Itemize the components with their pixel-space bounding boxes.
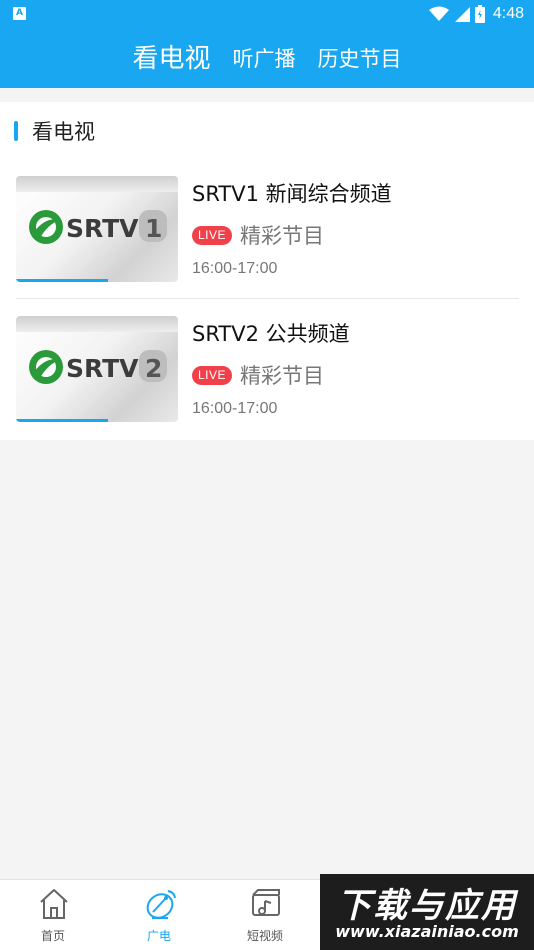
satellite-dish-icon [146, 890, 176, 919]
list-divider [16, 298, 519, 299]
program-time: 16:00-17:00 [192, 260, 278, 277]
thumbnail-top-strip [16, 176, 178, 192]
channel-thumbnail: SRTV 2 [16, 316, 178, 422]
section-accent-bar [14, 121, 18, 141]
srtv-logo-icon: SRTV 1 [29, 210, 167, 244]
nav-item-short-video[interactable]: 短视频 [212, 880, 318, 950]
watermark: 下载与应用 www.xiazainiao.com [320, 874, 534, 950]
channel-item-srtv1[interactable]: SRTV 1 SRTV1 新闻综合频道 LIVE 精彩节目 16:00-17:0… [16, 176, 519, 282]
nav-label: 短视频 [246, 929, 283, 943]
status-time: 4:48 [492, 5, 524, 22]
channel-title: SRTV1 新闻综合频道 [192, 182, 392, 206]
nav-label: 广电 [146, 929, 171, 943]
thumbnail-progress-bar [16, 419, 108, 422]
section-header: 看电视 [14, 116, 95, 146]
live-row: LIVE 精彩节目 [192, 360, 324, 390]
thumbnail-top-strip [16, 316, 178, 332]
tab-listen-radio[interactable]: 听广播 [233, 40, 296, 78]
thumbnail-channel-text: SRTV [66, 354, 139, 383]
program-name: 精彩节目 [240, 364, 325, 388]
nav-item-home[interactable]: 首页 [0, 880, 106, 950]
tab-history-programs[interactable]: 历史节目 [318, 40, 402, 78]
watermark-url: www.xiazainiao.com [335, 922, 519, 941]
wifi-icon [428, 6, 449, 21]
live-badge: LIVE [192, 365, 233, 385]
channel-title: SRTV2 公共频道 [192, 322, 350, 346]
thumbnail-progress-bar [16, 279, 108, 282]
live-badge: LIVE [192, 225, 233, 245]
watermark-title: 下载与应用 [337, 886, 517, 926]
program-name: 精彩节目 [240, 224, 325, 248]
nav-label: 首页 [40, 929, 65, 943]
srtv-logo-icon: SRTV 2 [29, 350, 167, 384]
channel-thumbnail: SRTV 1 [16, 176, 178, 282]
thumbnail-channel-number: 1 [145, 214, 162, 243]
home-icon [40, 889, 68, 919]
program-time: 16:00-17:00 [192, 400, 278, 417]
status-bar: A 4:48 [0, 0, 534, 28]
channel-list-card: 看电视 SRTV 1 SRTV1 新闻综合频道 LIVE 精彩节目 16:00-… [0, 102, 534, 440]
app-header: A 4:48 看电视 听广播 历史节目 [0, 0, 534, 88]
battery-icon [474, 5, 485, 23]
top-tabs: 看电视 听广播 历史节目 [0, 40, 534, 78]
thumbnail-channel-text: SRTV [66, 214, 139, 243]
tab-watch-tv[interactable]: 看电视 [132, 40, 210, 78]
live-row: LIVE 精彩节目 [192, 220, 324, 250]
section-title: 看电视 [32, 120, 95, 144]
notification-icon: A [13, 7, 26, 20]
nav-item-broadcast[interactable]: 广电 [106, 880, 212, 950]
short-video-icon [252, 889, 280, 916]
cell-signal-icon [454, 7, 470, 22]
thumbnail-channel-number: 2 [145, 354, 162, 383]
status-icons: 4:48 [428, 3, 524, 25]
channel-item-srtv2[interactable]: SRTV 2 SRTV2 公共频道 LIVE 精彩节目 16:00-17:00 [16, 316, 519, 422]
